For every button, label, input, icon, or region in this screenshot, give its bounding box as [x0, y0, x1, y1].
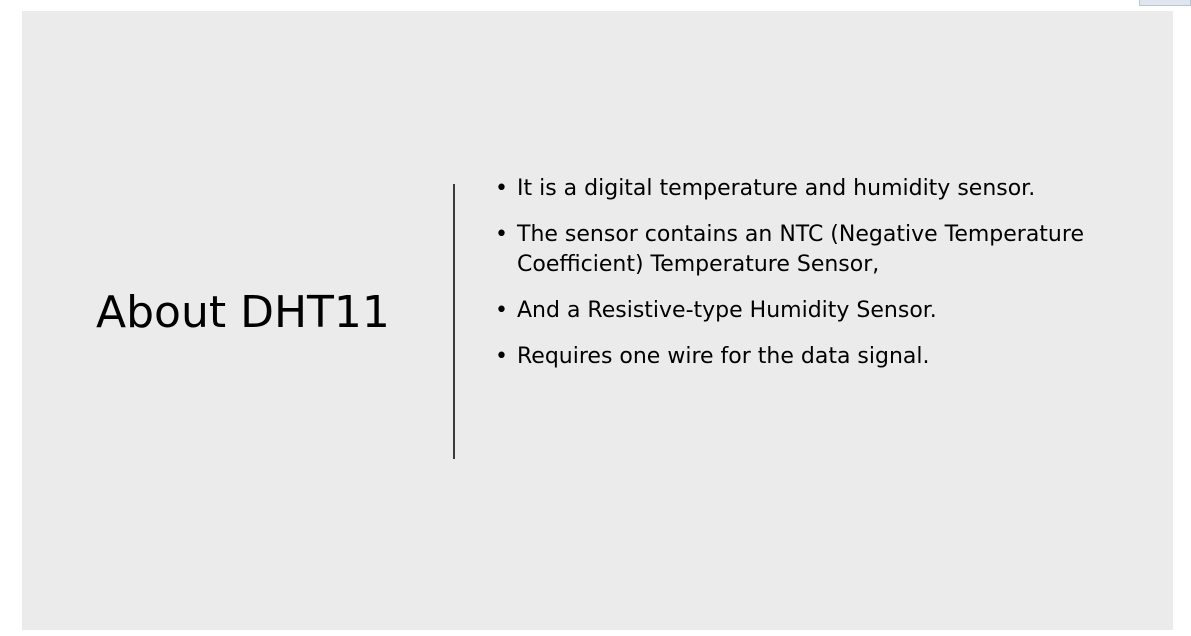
bullet-list: • It is a digital temperature and humidi… — [495, 174, 1135, 388]
bullet-item: • And a Resistive-type Humidity Sensor. — [495, 296, 1135, 326]
bullet-text: Requires one wire for the data signal. — [517, 344, 930, 369]
window-corner-widget[interactable] — [1139, 0, 1191, 6]
bullet-marker: • — [495, 298, 508, 323]
bullet-marker: • — [495, 176, 508, 201]
bullet-item: • Requires one wire for the data signal. — [495, 342, 1135, 372]
bullet-item: • The sensor contains an NTC (Negative T… — [495, 220, 1135, 280]
bullet-text: It is a digital temperature and humidity… — [517, 176, 1036, 201]
slide-title: About DHT11 — [96, 287, 390, 338]
bullet-marker: • — [495, 222, 508, 247]
bullet-text: And a Resistive-type Humidity Sensor. — [517, 298, 937, 323]
vertical-divider — [453, 184, 455, 459]
bullet-marker: • — [495, 344, 508, 369]
bullet-text: The sensor contains an NTC (Negative Tem… — [517, 222, 1084, 277]
bullet-item: • It is a digital temperature and humidi… — [495, 174, 1135, 204]
slide: About DHT11 • It is a digital temperatur… — [22, 11, 1173, 630]
